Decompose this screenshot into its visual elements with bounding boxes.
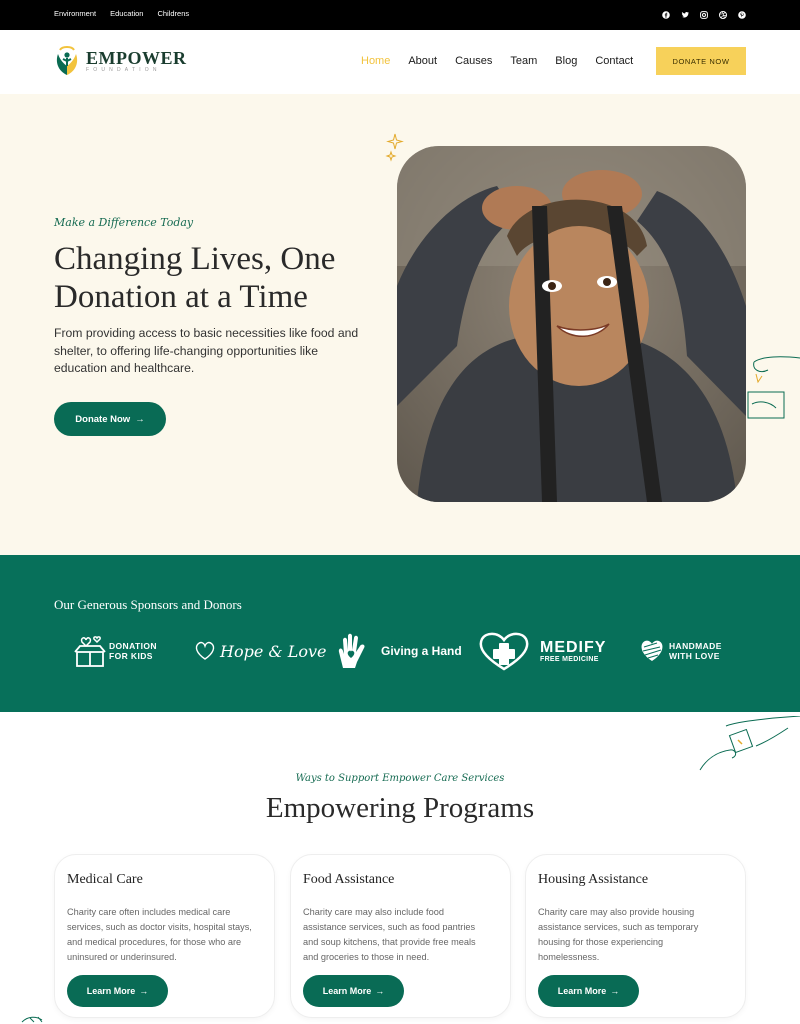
program-card-text: Charity care may also provide housing as…	[538, 907, 699, 962]
hands-illustration-icon	[747, 356, 800, 419]
nav-contact[interactable]: Contact	[595, 55, 633, 67]
sponsor-donation-for-kids[interactable]: DONATION FOR KIDS	[74, 631, 157, 671]
hero-photo	[397, 146, 746, 502]
programs-section: Ways to Support Empower Care Services Em…	[0, 712, 800, 1024]
learn-more-label: Learn More	[322, 986, 372, 996]
hero-description: From providing access to basic necessiti…	[54, 326, 359, 375]
program-card-food: Food Assistance Charity care may also in…	[290, 854, 511, 1018]
program-card-text: Charity care often includes medical care…	[67, 907, 252, 962]
empower-logo-icon	[56, 46, 78, 75]
logo-wordmark: EMPOWER FOUNDATION	[86, 49, 187, 73]
top-bar: Environment Education Childrens	[0, 0, 800, 30]
logo[interactable]: EMPOWER FOUNDATION	[54, 44, 187, 78]
dribbble-icon[interactable]	[719, 11, 727, 19]
hero-kicker: Make a Difference Today	[54, 216, 194, 229]
social-links	[662, 11, 746, 19]
sponsor-giving-a-hand[interactable]: Giving a Hand	[335, 631, 462, 671]
sponsor-handmade-with-love[interactable]: HANDMADE WITH LOVE	[639, 631, 722, 671]
facebook-icon[interactable]	[662, 11, 670, 19]
brand-subtitle: FOUNDATION	[86, 67, 161, 73]
sponsor-medify-label: MEDIFY	[540, 639, 607, 656]
donate-now-button[interactable]: DONATE NOW	[656, 47, 746, 75]
arrow-right-icon: →	[610, 986, 620, 996]
pinterest-icon[interactable]	[738, 11, 746, 19]
learn-more-label: Learn More	[86, 986, 136, 996]
sponsor-donation-line1: DONATION	[109, 641, 157, 651]
learn-more-label: Learn More	[557, 986, 607, 996]
program-card-housing: Housing Assistance Charity care may also…	[525, 854, 746, 1018]
sponsors-title: Our Generous Sponsors and Donors	[54, 597, 242, 612]
leaf-sketch-icon	[21, 1016, 43, 1023]
sponsor-medify-sub: FREE MEDICINE	[540, 656, 599, 663]
arrow-right-icon: →	[375, 986, 385, 996]
sponsor-handmade-line2: WITH LOVE	[669, 651, 720, 661]
twitter-icon[interactable]	[681, 11, 689, 19]
learn-more-button[interactable]: Learn More →	[538, 975, 639, 1007]
learn-more-button[interactable]: Learn More →	[303, 975, 404, 1007]
nav-causes[interactable]: Causes	[455, 55, 492, 67]
program-card-title: Food Assistance	[303, 872, 395, 887]
programs-kicker: Ways to Support Empower Care Services	[295, 773, 505, 784]
program-card-title: Housing Assistance	[538, 872, 649, 887]
programs-title: Empowering Programs	[265, 792, 535, 824]
sponsor-hope-love[interactable]: Hope & Love	[194, 631, 326, 671]
top-links: Environment Education Childrens	[54, 9, 189, 18]
main-nav: Home About Causes Team Blog Contact	[361, 55, 651, 67]
hero-donate-label: Donate Now	[75, 413, 131, 425]
nav-team[interactable]: Team	[510, 55, 537, 67]
arrow-right-icon: →	[139, 986, 149, 996]
sponsors-section: Our Generous Sponsors and Donors DONATIO…	[0, 555, 800, 712]
brand-name: EMPOWER	[86, 48, 187, 68]
gift-box-icon	[74, 636, 106, 667]
hero-title: Changing Lives, One Donation at a Time	[54, 241, 336, 315]
sponsor-hope-love-label: Hope & Love	[220, 641, 327, 661]
instagram-icon[interactable]	[700, 11, 708, 19]
heart-outline-icon	[195, 641, 215, 660]
hand-heart-icon	[338, 633, 365, 668]
arrow-right-icon: →	[135, 413, 145, 425]
top-link-childrens[interactable]: Childrens	[157, 9, 189, 18]
nav-blog[interactable]: Blog	[555, 55, 577, 67]
medical-heart-icon	[479, 632, 529, 671]
nav-about[interactable]: About	[408, 55, 437, 67]
sponsor-giving-hand-label: Giving a Hand	[381, 644, 462, 658]
hero-donate-button[interactable]: Donate Now →	[54, 402, 166, 436]
sponsor-handmade-line1: HANDMADE	[669, 641, 722, 651]
top-link-environment[interactable]: Environment	[54, 9, 96, 18]
program-card-medical: Medical Care Charity care often includes…	[54, 854, 275, 1018]
hands-giving-illustration-icon	[699, 716, 800, 771]
sponsor-donation-line2: FOR KIDS	[109, 651, 153, 661]
nav-home[interactable]: Home	[361, 55, 390, 67]
program-card-title: Medical Care	[67, 872, 143, 887]
heart-stripes-icon	[641, 640, 663, 661]
sponsor-medify[interactable]: MEDIFY FREE MEDICINE	[476, 631, 606, 671]
learn-more-button[interactable]: Learn More →	[67, 975, 168, 1007]
top-link-education[interactable]: Education	[110, 9, 143, 18]
program-card-text: Charity care may also include food assis…	[303, 907, 476, 962]
hero-section: Make a Difference Today Changing Lives, …	[0, 94, 800, 555]
